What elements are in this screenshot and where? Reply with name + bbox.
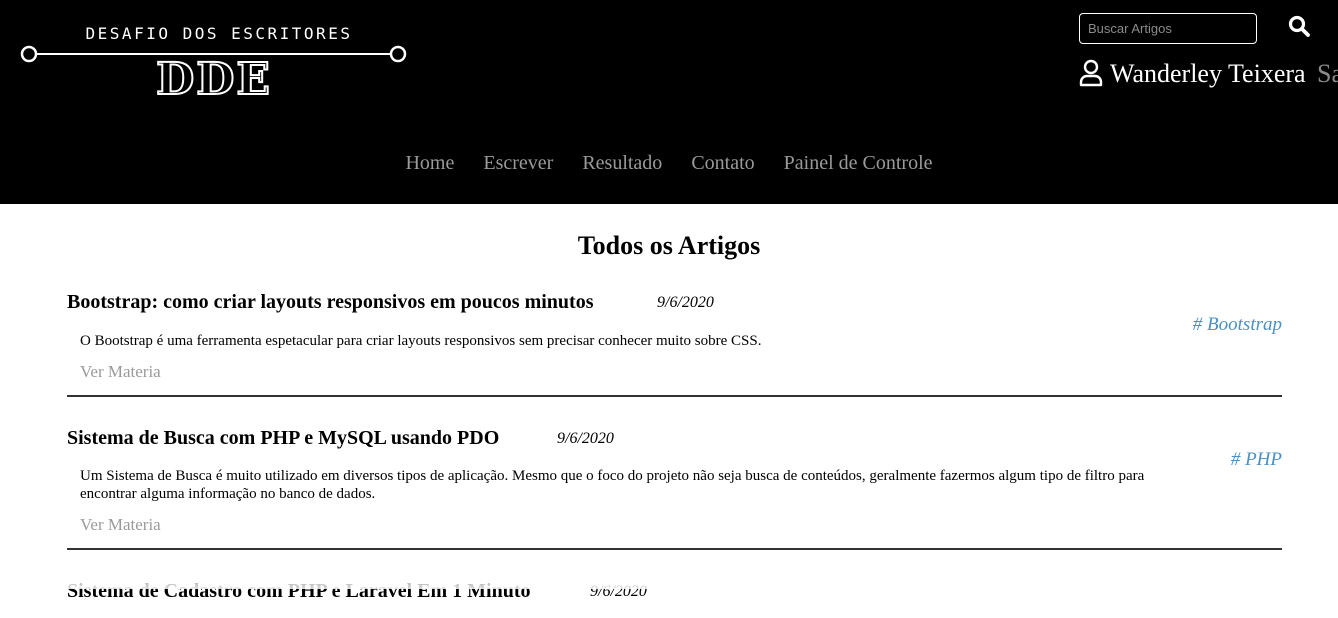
site-header: DESAFIO DOS ESCRITORES DDE Wanderley Tei… xyxy=(0,0,1338,204)
logout-link[interactable]: Sa xyxy=(1317,58,1338,90)
search-icon xyxy=(1288,15,1310,37)
user-name[interactable]: Wanderley Teixera xyxy=(1110,58,1306,90)
article-card: Bootstrap: como criar layouts responsivo… xyxy=(67,289,1282,397)
search-input[interactable] xyxy=(1079,13,1257,44)
site-logo[interactable]: DESAFIO DOS ESCRITORES DDE xyxy=(19,18,409,105)
article-card: Sistema de Busca com PHP e MySQL usando … xyxy=(67,425,1282,550)
article-title[interactable]: Sistema de Busca com PHP e MySQL usando … xyxy=(67,425,499,451)
article-tag[interactable]: # Bootstrap xyxy=(1193,314,1282,336)
nav-resultado[interactable]: Resultado xyxy=(582,152,662,174)
search-button[interactable] xyxy=(1286,14,1312,40)
nav-contato[interactable]: Contato xyxy=(691,152,754,174)
logo-subtitle: DESAFIO DOS ESCRITORES xyxy=(85,24,353,43)
read-more-link[interactable]: Ver Materia xyxy=(80,515,161,535)
article-tag[interactable]: # PHP xyxy=(1231,449,1282,471)
scroll-fade xyxy=(0,572,1338,589)
article-summary: Um Sistema de Busca é muito utilizado em… xyxy=(80,468,1145,502)
article-summary: O Bootstrap é uma ferramenta espetacular… xyxy=(80,333,762,349)
nav-painel-de-controle[interactable]: Painel de Controle xyxy=(784,152,933,174)
page-title: Todos os Artigos xyxy=(577,231,761,260)
article-date: 9/6/2020 xyxy=(657,294,714,311)
nav-home[interactable]: Home xyxy=(405,152,454,174)
user-icon xyxy=(1079,59,1103,87)
article-date: 9/6/2020 xyxy=(557,430,614,447)
article-title[interactable]: Bootstrap: como criar layouts responsivo… xyxy=(67,289,593,315)
nav-escrever[interactable]: Escrever xyxy=(483,152,553,174)
logo-wordmark: DDE xyxy=(155,54,272,105)
read-more-link[interactable]: Ver Materia xyxy=(80,362,161,382)
main-nav: Home Escrever Resultado Contato Painel d… xyxy=(0,152,1338,180)
